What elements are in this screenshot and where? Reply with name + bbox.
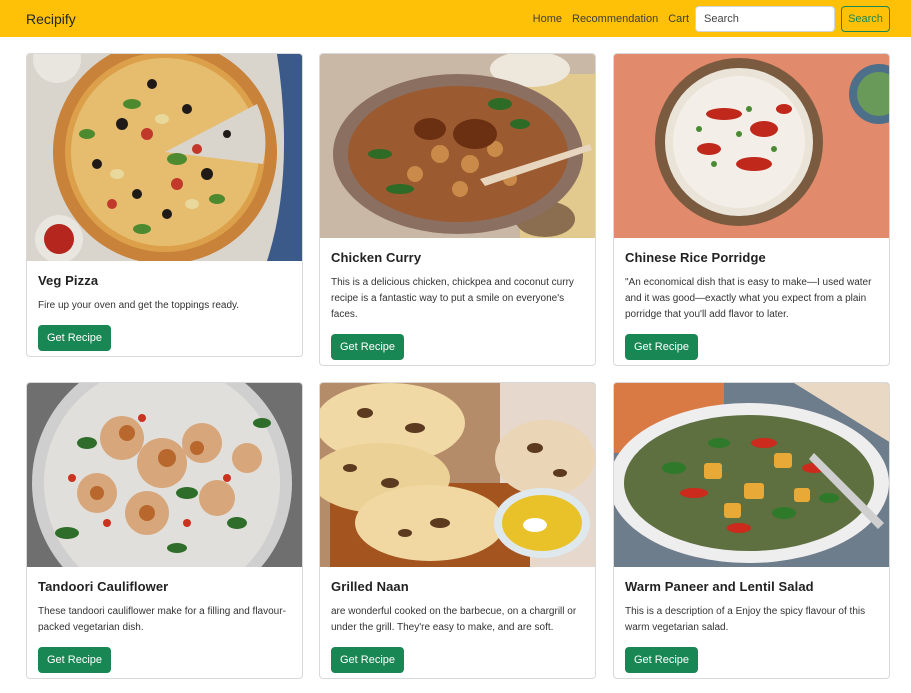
card-title: Warm Paneer and Lentil Salad [625,579,814,594]
get-recipe-button[interactable]: Get Recipe [38,647,112,673]
tandoori-cauliflower-image [27,383,302,567]
recipe-card: Grilled Naan are wonderful cooked on the… [319,382,596,679]
chicken-curry-image [320,54,595,238]
recipe-grid: Veg Pizza Fire up your oven and get the … [0,37,911,693]
grilled-naan-image [320,383,595,567]
get-recipe-button[interactable]: Get Recipe [625,647,699,673]
get-recipe-button[interactable]: Get Recipe [38,325,112,351]
nav-right: Home Recommendation Cart Search [533,5,890,32]
card-body: Grilled Naan are wonderful cooked on the… [320,567,595,678]
get-recipe-button[interactable]: Get Recipe [331,647,405,673]
get-recipe-button[interactable]: Get Recipe [331,334,405,360]
card-text: are wonderful cooked on the barbecue, on… [331,606,577,633]
card-title: Chinese Rice Porridge [625,250,766,265]
nav-link-cart[interactable]: Cart [668,13,689,25]
search-input[interactable] [695,5,835,32]
card-body: Chicken Curry This is a delicious chicke… [320,238,595,365]
card-title: Veg Pizza [38,273,99,288]
card-title: Tandoori Cauliflower [38,579,169,594]
chinese-rice-porridge-image [614,54,889,238]
warm-paneer-lentil-salad-image [614,383,889,567]
veg-pizza-image [27,54,302,261]
card-text: This is a delicious chicken, chickpea an… [331,277,574,320]
card-title: Chicken Curry [331,250,422,265]
navbar: Recipify Home Recommendation Cart Search [0,0,911,37]
card-body: Warm Paneer and Lentil Salad This is a d… [614,567,889,678]
recipe-card: Chicken Curry This is a delicious chicke… [319,53,596,366]
recipe-card: Tandoori Cauliflower These tandoori caul… [26,382,303,679]
card-text: This is a description of a Enjoy the spi… [625,606,866,633]
recipe-card: Chinese Rice Porridge "An economical dis… [613,53,890,366]
card-text: Fire up your oven and get the toppings r… [38,300,240,311]
brand-logo[interactable]: Recipify [26,11,76,27]
card-body: Tandoori Cauliflower These tandoori caul… [27,567,302,678]
nav-link-home[interactable]: Home [533,13,562,25]
card-body: Veg Pizza Fire up your oven and get the … [27,261,302,356]
card-title: Grilled Naan [331,579,409,594]
search-button[interactable]: Search [841,5,890,32]
card-body: Chinese Rice Porridge "An economical dis… [614,238,889,365]
nav-link-recommendation[interactable]: Recommendation [572,13,658,25]
recipe-card: Warm Paneer and Lentil Salad This is a d… [613,382,890,679]
card-text: "An economical dish that is easy to make… [625,277,872,320]
get-recipe-button[interactable]: Get Recipe [625,334,699,360]
recipe-card: Veg Pizza Fire up your oven and get the … [26,53,303,357]
card-text: These tandoori cauliflower make for a fi… [38,606,286,633]
